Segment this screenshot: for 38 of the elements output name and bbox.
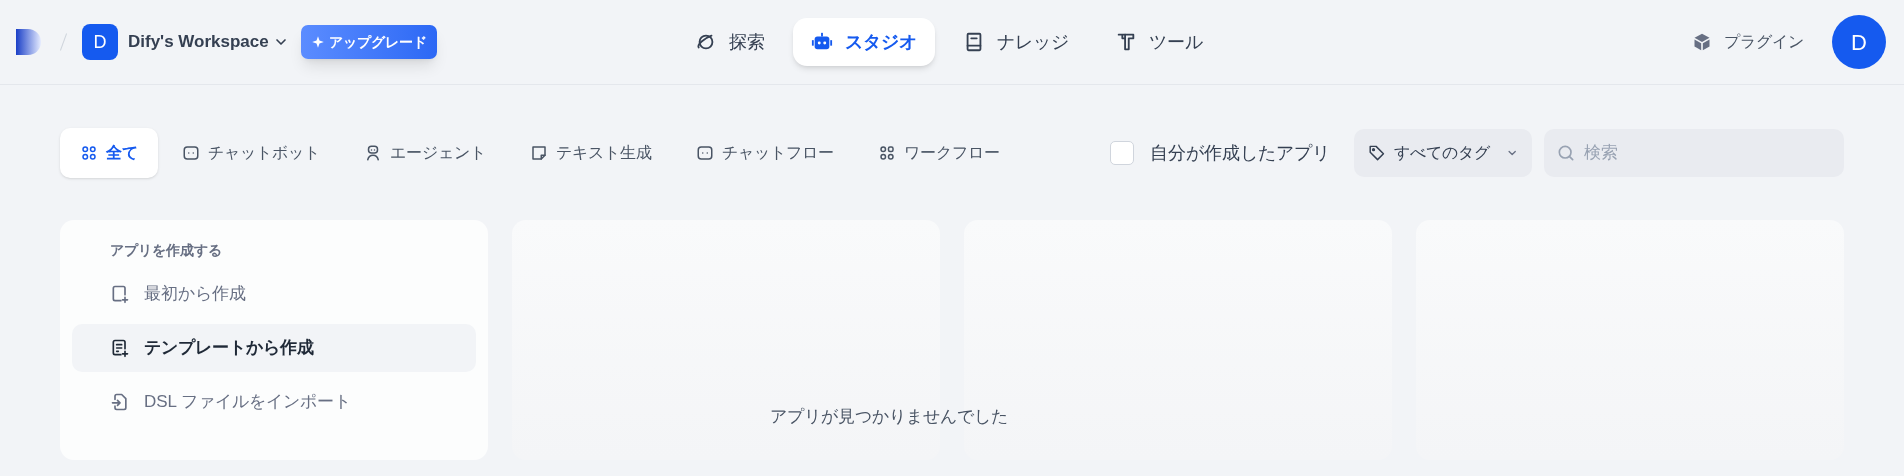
tag-dropdown[interactable]: すべてのタグ xyxy=(1354,129,1532,177)
filter-tab[interactable]: エージェント xyxy=(344,128,506,178)
agent-icon xyxy=(364,144,382,162)
create-menu-item[interactable]: テンプレートから作成 xyxy=(72,324,476,372)
search-icon xyxy=(1556,143,1576,163)
create-menu-item[interactable]: 最初から作成 xyxy=(72,270,476,318)
grid-icon xyxy=(80,144,98,162)
filter-tab[interactable]: ワークフロー xyxy=(858,128,1020,178)
filter-tab[interactable]: チャットフロー xyxy=(676,128,854,178)
workspace-avatar: D xyxy=(82,24,118,60)
import-icon xyxy=(110,392,130,412)
cube-icon xyxy=(1692,32,1712,52)
checkbox[interactable] xyxy=(1110,141,1134,165)
new-file-icon xyxy=(110,284,130,304)
template-icon xyxy=(110,338,130,358)
mine-checkbox[interactable]: 自分が作成したアプリ xyxy=(1110,139,1330,167)
create-menu-item[interactable]: DSL ファイルをインポート xyxy=(72,378,476,426)
nav-tab[interactable]: スタジオ xyxy=(793,18,935,66)
card-heading: アプリを作成する xyxy=(109,241,223,260)
nav-tab[interactable]: ツール xyxy=(1097,18,1221,66)
plugins-button[interactable]: プラグイン xyxy=(1692,30,1804,54)
nav-tab[interactable]: ナレッジ xyxy=(945,18,1087,66)
filter-tab[interactable]: チャットボット xyxy=(162,128,340,178)
chat-icon xyxy=(182,144,200,162)
checkbox-label: 自分が作成したアプリ xyxy=(1150,141,1330,165)
chat-icon xyxy=(696,144,714,162)
hammer-icon xyxy=(1115,31,1137,53)
workspace-switcher[interactable]: Dify's Workspace xyxy=(128,29,289,55)
empty-message: アプリが見つかりませんでした xyxy=(770,406,1008,428)
search-field[interactable]: 検索 xyxy=(1544,129,1844,177)
note-icon xyxy=(530,144,548,162)
upgrade-button[interactable]: アップグレード xyxy=(300,25,437,59)
filter-tab[interactable]: テキスト生成 xyxy=(510,128,672,178)
filter-tab[interactable]: 全て xyxy=(60,128,158,178)
workflow-icon xyxy=(878,144,896,162)
tag-icon xyxy=(1368,143,1386,163)
user-avatar[interactable]: D xyxy=(1832,15,1886,69)
nav-tab[interactable]: 探索 xyxy=(677,18,783,66)
